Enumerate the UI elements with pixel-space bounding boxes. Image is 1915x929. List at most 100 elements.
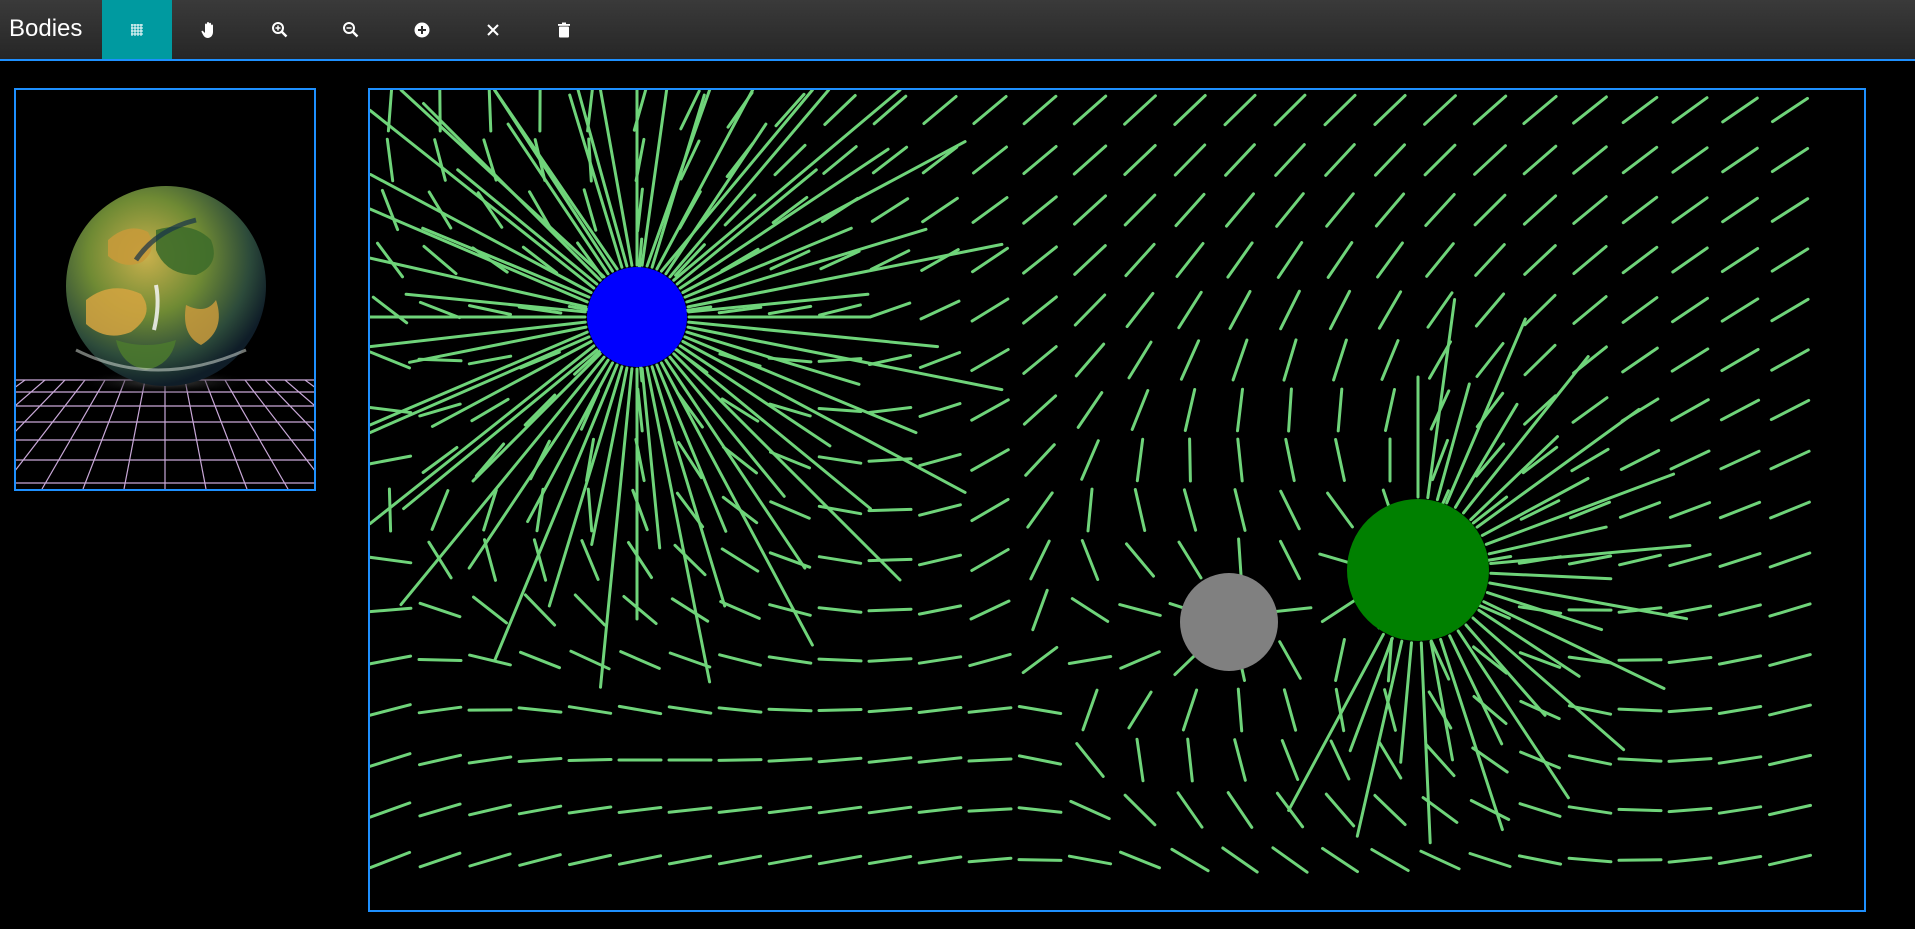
field-line — [1373, 793, 1407, 827]
field-line — [1720, 247, 1760, 273]
field-line — [1188, 437, 1192, 483]
field-line — [1621, 145, 1659, 175]
field-line — [1326, 241, 1354, 279]
field-line — [1567, 805, 1613, 815]
field-line — [1022, 295, 1058, 325]
field-line — [1284, 437, 1296, 483]
delete-button[interactable] — [529, 0, 599, 59]
gray-body[interactable] — [1180, 573, 1278, 671]
field-line — [474, 442, 506, 478]
green-body-ray — [1488, 581, 1689, 621]
field-line — [517, 757, 563, 763]
field-line — [1325, 192, 1355, 228]
field-line — [1380, 339, 1400, 381]
field-line — [867, 507, 913, 513]
blue-body[interactable] — [587, 267, 687, 367]
field-line — [1183, 388, 1197, 432]
field-line — [433, 138, 447, 182]
field-line — [1768, 753, 1812, 767]
field-line — [1074, 342, 1106, 378]
field-line — [567, 805, 613, 815]
zoom-in-icon — [272, 21, 288, 37]
field-line — [1024, 443, 1056, 477]
green-body-ray — [1487, 525, 1608, 556]
field-line — [970, 497, 1010, 523]
field-line — [1073, 244, 1107, 276]
field-line — [1170, 847, 1210, 873]
field-line — [1718, 500, 1762, 520]
pan-tool-button[interactable] — [174, 0, 244, 59]
field-line — [370, 350, 411, 370]
field-line — [1667, 706, 1713, 714]
field-line — [867, 607, 913, 613]
field-line — [1719, 398, 1761, 422]
field-line — [917, 706, 963, 714]
zoom-out-button[interactable] — [316, 0, 386, 59]
toolbar: Bodies — [0, 0, 1915, 61]
field-line — [1617, 858, 1663, 862]
field-line — [867, 855, 913, 865]
field-line — [1080, 539, 1100, 581]
field-line — [1621, 296, 1659, 324]
green-body-ray — [1489, 571, 1613, 581]
field-line — [1328, 289, 1352, 331]
field-line — [1287, 387, 1293, 433]
field-canvas[interactable] — [368, 88, 1866, 912]
field-line — [717, 806, 763, 814]
field-line — [971, 246, 1009, 274]
zoom-in-button[interactable] — [245, 0, 315, 59]
field-line — [627, 541, 653, 579]
field-line — [970, 297, 1010, 323]
field-line — [667, 854, 713, 866]
field-line — [1021, 645, 1059, 675]
field-line — [1718, 552, 1762, 568]
blue-body-ray — [599, 90, 634, 267]
field-line — [1236, 687, 1244, 733]
field-line — [617, 854, 663, 866]
field-line — [619, 650, 661, 670]
planet-preview — [14, 88, 316, 491]
field-line — [823, 94, 857, 126]
grid-tool-button[interactable] — [102, 0, 172, 59]
field-line — [1426, 291, 1454, 329]
field-line — [417, 658, 463, 662]
field-line — [1135, 437, 1145, 483]
field-line — [969, 599, 1011, 621]
field-line — [1017, 754, 1063, 766]
field-line — [870, 197, 910, 223]
clear-button[interactable] — [458, 0, 528, 59]
zoom-out-icon — [343, 21, 359, 37]
field-line — [817, 805, 863, 815]
field-line — [767, 805, 813, 815]
field-line — [1717, 805, 1763, 815]
field-line — [418, 802, 462, 818]
blue-body-ray — [370, 344, 596, 526]
field-line — [871, 145, 909, 175]
field-line — [817, 606, 863, 614]
field-line — [918, 503, 962, 517]
field-line — [1133, 488, 1147, 532]
field-line — [1223, 93, 1257, 127]
field-line — [370, 703, 412, 717]
field-line — [1517, 854, 1563, 866]
field-line — [1769, 398, 1811, 422]
field-line — [1669, 449, 1711, 471]
field-line — [1618, 501, 1662, 519]
field-line — [1026, 491, 1054, 529]
green-body[interactable] — [1347, 499, 1489, 641]
field-line — [1518, 802, 1562, 818]
blue-body-ray — [493, 90, 619, 271]
field-line — [1720, 347, 1760, 373]
field-line — [1320, 597, 1360, 623]
add-body-button[interactable] — [387, 0, 457, 59]
field-line — [468, 803, 512, 817]
blue-body-ray — [640, 90, 669, 267]
field-line — [767, 707, 813, 713]
field-line — [1667, 604, 1713, 616]
field-line — [1425, 242, 1455, 278]
field-line — [670, 597, 710, 623]
field-line — [970, 548, 1010, 572]
vector-field[interactable] — [370, 90, 1864, 910]
field-line — [972, 145, 1008, 175]
field-line — [868, 301, 912, 319]
